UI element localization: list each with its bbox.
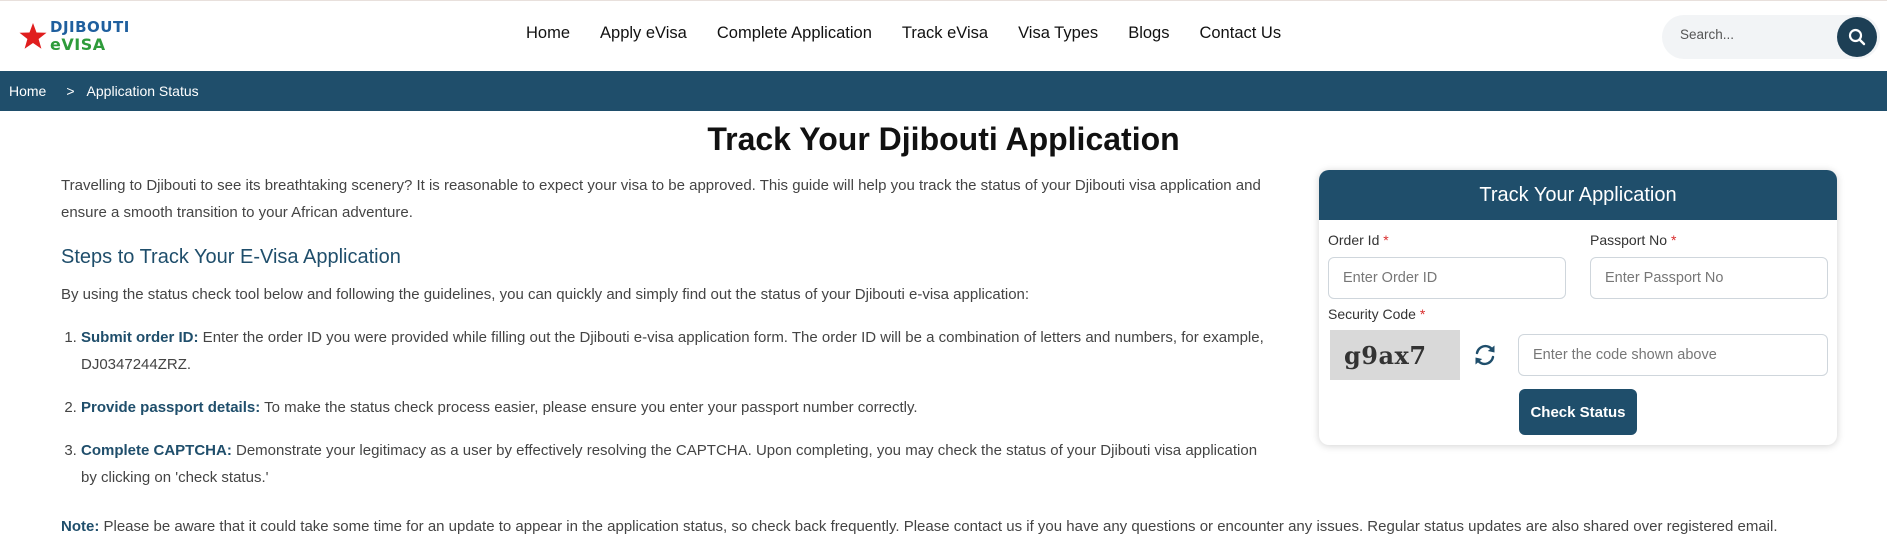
nav-home[interactable]: Home — [526, 24, 570, 43]
list-item: Complete CAPTCHA: Demonstrate your legit… — [81, 437, 1276, 491]
card-title: Track Your Application — [1319, 170, 1837, 220]
search-input[interactable] — [1680, 27, 1820, 42]
passport-no-label-text: Passport No — [1590, 232, 1668, 248]
list-item: Submit order ID: Enter the order ID you … — [81, 324, 1276, 378]
step-title: Provide passport details: — [81, 399, 261, 416]
steps-list: Submit order ID: Enter the order ID you … — [61, 324, 1276, 491]
nav-complete-application[interactable]: Complete Application — [717, 24, 872, 43]
nav-blogs[interactable]: Blogs — [1128, 24, 1169, 43]
main-nav: Home Apply eVisa Complete Application Tr… — [526, 24, 1311, 43]
logo-line-1: DJIBOUTI — [50, 18, 130, 36]
security-code-label-text: Security Code — [1328, 306, 1416, 322]
logo-text: DJIBOUTI eVISA — [50, 18, 130, 54]
steps-heading: Steps to Track Your E-Visa Application — [61, 246, 401, 268]
nav-visa-types[interactable]: Visa Types — [1018, 24, 1098, 43]
list-item: Provide passport details: To make the st… — [81, 394, 1276, 421]
main-content: Travelling to Djibouti to see its breath… — [61, 172, 1276, 507]
note-label: Note: — [61, 518, 100, 535]
site-logo[interactable]: DJIBOUTI eVISA — [18, 19, 130, 53]
search-button[interactable] — [1837, 17, 1877, 57]
breadcrumb-current: Application Status — [86, 83, 199, 99]
nav-track-evisa[interactable]: Track eVisa — [902, 24, 988, 43]
passport-no-label: Passport No * — [1590, 232, 1676, 248]
nav-contact-us[interactable]: Contact Us — [1199, 24, 1281, 43]
steps-intro: By using the status check tool below and… — [61, 286, 1030, 303]
star-icon — [19, 23, 47, 49]
step-text: Enter the order ID you were provided whi… — [81, 329, 1264, 373]
captcha-image: g9ax7 — [1330, 330, 1460, 380]
security-code-input[interactable] — [1518, 334, 1828, 376]
step-text: Demonstrate your legitimacy as a user by… — [81, 442, 1258, 486]
intro-paragraph: Travelling to Djibouti to see its breath… — [61, 177, 1261, 221]
step-text: To make the status check process easier,… — [260, 399, 918, 416]
note-paragraph: Note: Please be aware that it could take… — [61, 518, 1778, 535]
required-mark: * — [1419, 306, 1426, 322]
site-header: DJIBOUTI eVISA Home Apply eVisa Complete… — [0, 0, 1887, 71]
security-code-label: Security Code * — [1328, 306, 1425, 322]
required-mark: * — [1670, 232, 1677, 248]
track-application-card: Track Your Application Order Id * Passpo… — [1319, 170, 1837, 445]
page-title: Track Your Djibouti Application — [707, 121, 1180, 157]
search-box — [1662, 15, 1880, 59]
search-icon — [1848, 28, 1866, 46]
note-text: Please be aware that it could take some … — [99, 518, 1778, 535]
order-id-label-text: Order Id — [1328, 232, 1380, 248]
order-id-label: Order Id * — [1328, 232, 1389, 248]
refresh-icon[interactable] — [1472, 342, 1498, 368]
step-title: Complete CAPTCHA: — [81, 442, 232, 459]
step-title: Submit order ID: — [81, 329, 199, 346]
order-id-input[interactable] — [1328, 257, 1566, 299]
breadcrumb-home[interactable]: Home — [9, 83, 46, 99]
check-status-button[interactable]: Check Status — [1519, 389, 1637, 435]
nav-apply-evisa[interactable]: Apply eVisa — [600, 24, 687, 43]
breadcrumb: Home > Application Status — [0, 71, 1887, 111]
breadcrumb-separator: > — [66, 83, 75, 99]
logo-line-2: eVISA — [50, 35, 106, 54]
passport-no-input[interactable] — [1590, 257, 1828, 299]
required-mark: * — [1383, 232, 1389, 248]
